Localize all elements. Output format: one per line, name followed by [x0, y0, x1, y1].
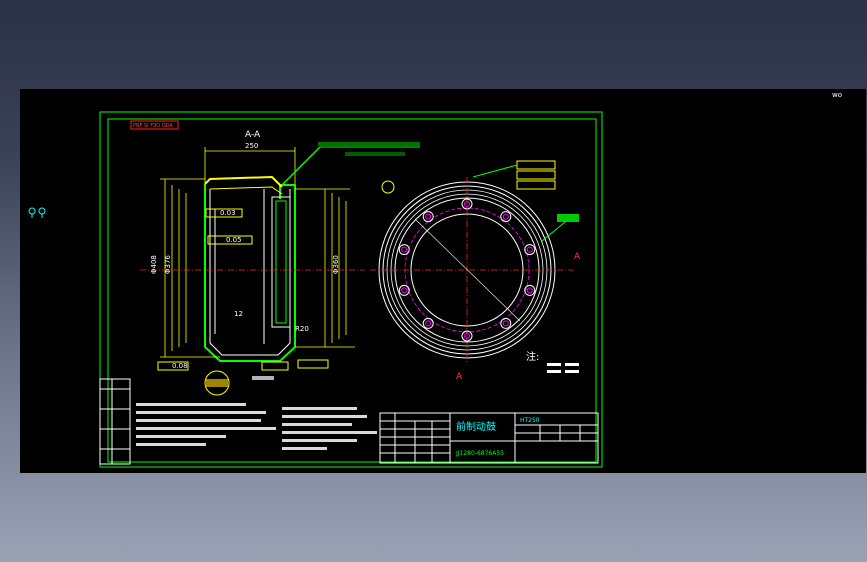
section-marker-right: A — [574, 252, 581, 262]
drawing-viewport[interactable]: wo PRF SI F9O ODA A-A Φ408 Φ376 Φ360 250… — [20, 89, 866, 473]
svg-text:0.05: 0.05 — [226, 236, 242, 244]
front-annotations — [381, 160, 579, 242]
viewport-corner-glyph: wo — [832, 91, 842, 99]
technical-requirements — [136, 403, 377, 450]
detail-view-circle — [204, 370, 274, 396]
bolt-hole-inner — [526, 287, 533, 294]
bolt-hole — [500, 211, 512, 223]
svg-text:12: 12 — [234, 310, 243, 318]
bolt-hole — [422, 317, 434, 329]
section-view: Φ408 Φ376 Φ360 250 12 R20 0.03 0.05 0.08 — [140, 142, 420, 371]
part-name: 前制动鼓 — [456, 420, 496, 433]
bolt-hole-inner — [502, 320, 509, 327]
svg-text:250: 250 — [245, 142, 258, 150]
top-tag: PRF SI F9O ODA — [130, 120, 179, 130]
bolt-hole-inner — [401, 246, 408, 253]
svg-text:Φ376: Φ376 — [164, 255, 172, 274]
bolt-hole — [398, 244, 410, 256]
section-marker-bottom: A — [456, 372, 463, 382]
svg-text:0.03: 0.03 — [220, 209, 236, 217]
cad-drawing-canvas[interactable]: wo PRF SI F9O ODA A-A Φ408 Φ376 Φ360 250… — [20, 89, 866, 473]
bolt-hole-inner — [425, 213, 432, 220]
section-title: A-A — [245, 130, 261, 140]
front-view — [370, 177, 575, 364]
bolt-hole — [500, 317, 512, 329]
svg-text:Φ360: Φ360 — [332, 255, 340, 274]
bolt-hole-inner — [502, 213, 509, 220]
svg-text:0.08: 0.08 — [172, 362, 188, 370]
svg-text:Φ408: Φ408 — [150, 255, 158, 274]
bolt-hole — [524, 284, 536, 296]
svg-text:R20: R20 — [295, 325, 309, 333]
drawing-number: JJ1280-6876A55 — [455, 450, 504, 457]
bolt-hole — [422, 211, 434, 223]
svg-text:PRF SI F9O ODA: PRF SI F9O ODA — [133, 123, 173, 129]
material-code: HT250 — [520, 417, 540, 424]
notes-header: 注: — [526, 350, 539, 363]
ucs-icon — [28, 207, 46, 218]
bolt-hole-inner — [401, 287, 408, 294]
bolt-hole-inner — [526, 246, 533, 253]
notes-symbols — [547, 363, 579, 373]
revision-table-left — [99, 378, 131, 465]
title-block: 前制动鼓 JJ1280-6876A55 HT250 — [379, 412, 599, 464]
bolt-hole — [524, 244, 536, 256]
bolt-hole — [398, 284, 410, 296]
bolt-hole-inner — [425, 320, 432, 327]
